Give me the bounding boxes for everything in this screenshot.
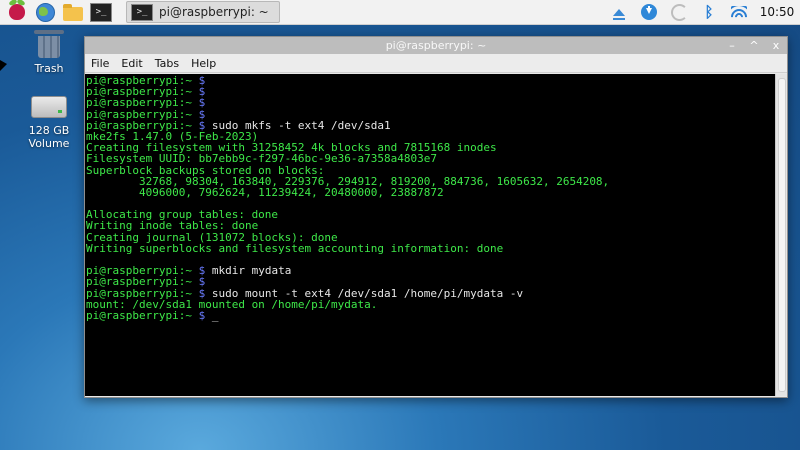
terminal-line: 4096000, 7962624, 11239424, 20480000, 23… xyxy=(86,187,775,198)
terminal-output[interactable]: pi@raspberrypi:~ $ pi@raspberrypi:~ $ pi@r… xyxy=(85,74,775,396)
menu-file[interactable]: File xyxy=(85,57,115,70)
window-title: pi@raspberrypi: ~ xyxy=(385,39,487,52)
bluetooth-icon: ᛒ xyxy=(704,3,714,21)
terminal-task-button[interactable]: >_ pi@raspberrypi: ~ xyxy=(126,1,280,23)
trash-label: Trash xyxy=(34,62,64,75)
sync-icon xyxy=(670,3,688,21)
window-titlebar[interactable]: pi@raspberrypi: ~ – ^ x xyxy=(85,37,787,54)
mouse-cursor-icon xyxy=(0,60,7,71)
scrollbar-thumb[interactable] xyxy=(778,78,786,392)
updater-button[interactable] xyxy=(634,0,664,24)
system-tray: ᛒ 10:50 xyxy=(604,0,800,24)
bluetooth-button[interactable]: ᛒ xyxy=(694,0,724,24)
raspberry-pi-menu-button[interactable] xyxy=(6,2,28,22)
desktop-trash[interactable]: Trash xyxy=(14,30,84,75)
trash-icon xyxy=(34,30,64,58)
wifi-button[interactable] xyxy=(724,0,754,24)
globe-icon xyxy=(35,2,55,22)
eject-icon xyxy=(613,8,625,20)
volume-label-line2: Volume xyxy=(28,137,70,150)
clock[interactable]: 10:50 xyxy=(754,5,800,19)
terminal-scrollbar[interactable] xyxy=(775,74,787,396)
close-button[interactable]: x xyxy=(765,39,787,52)
terminal-launcher[interactable]: >_ xyxy=(90,2,112,22)
sync-button[interactable] xyxy=(664,0,694,24)
menu-bar: File Edit Tabs Help xyxy=(85,54,787,73)
wifi-icon xyxy=(731,6,747,18)
menu-edit[interactable]: Edit xyxy=(115,57,148,70)
desktop-volume[interactable]: 128 GB Volume xyxy=(14,96,84,150)
shell-prompt: pi@raspberrypi:~ xyxy=(86,308,199,322)
terminal-icon: >_ xyxy=(90,2,112,22)
file-manager-launcher[interactable] xyxy=(62,2,84,22)
menu-help[interactable]: Help xyxy=(185,57,222,70)
update-icon xyxy=(641,4,657,20)
drive-icon xyxy=(31,96,67,118)
terminal-line: Writing superblocks and filesystem accou… xyxy=(86,243,775,254)
eject-button[interactable] xyxy=(604,0,634,24)
task-button-label: pi@raspberrypi: ~ xyxy=(159,5,269,19)
terminal-window: pi@raspberrypi: ~ – ^ x File Edit Tabs H… xyxy=(84,36,788,398)
output-text: 4096000, 7962624, 11239424, 20480000, 23… xyxy=(86,185,444,199)
maximize-button[interactable]: ^ xyxy=(743,39,765,52)
volume-label-line1: 128 GB xyxy=(28,124,70,137)
shell-command: _ xyxy=(205,308,219,322)
raspberry-icon xyxy=(9,4,25,20)
menu-tabs[interactable]: Tabs xyxy=(149,57,185,70)
folder-icon xyxy=(63,3,83,21)
minimize-button[interactable]: – xyxy=(721,39,743,52)
terminal-line: pi@raspberrypi:~ $ _ xyxy=(86,310,775,321)
web-browser-launcher[interactable] xyxy=(34,2,56,22)
terminal-icon: >_ xyxy=(131,3,153,21)
shell-command: mkdir mydata xyxy=(205,264,292,278)
output-text: Writing superblocks and filesystem accou… xyxy=(86,241,504,255)
taskbar: >_ >_ pi@raspberrypi: ~ ᛒ 10:50 xyxy=(0,0,800,25)
